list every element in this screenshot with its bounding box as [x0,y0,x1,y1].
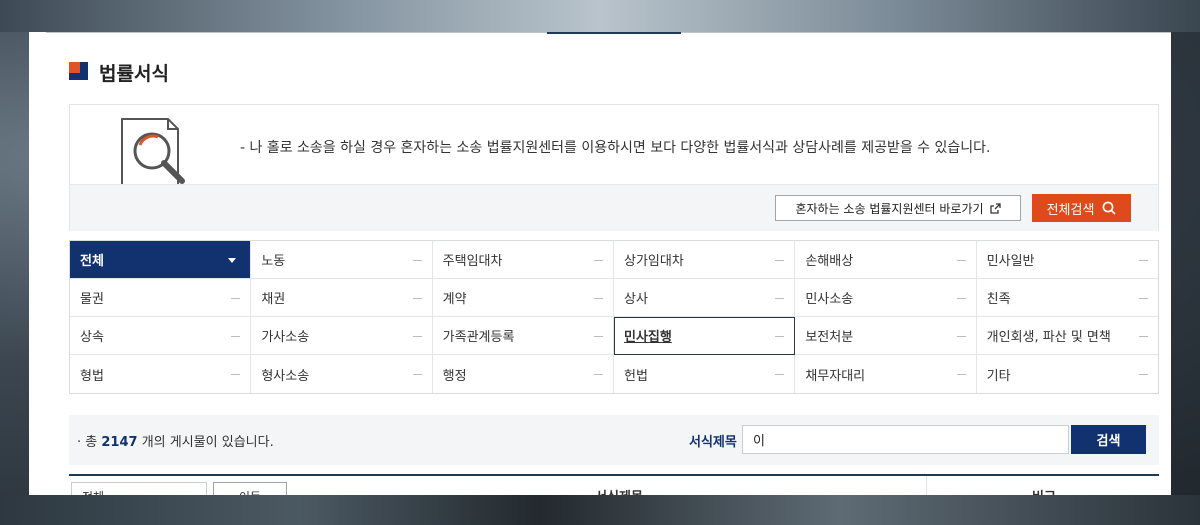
column-header-title: 서식제목 [519,486,719,495]
link-button-label: 혼자하는 소송 법률지원센터 바로가기 [795,201,984,216]
category-select[interactable]: 전체 [71,482,207,495]
category-민사일반[interactable]: 민사일반 [976,241,1158,279]
post-count-text: · 총 2147 개의 게시물이 있습니다. [77,435,274,450]
category-상가임대차[interactable]: 상가임대차 [613,241,796,279]
category-행정[interactable]: 행정 [433,355,614,393]
dash-icon [775,335,785,337]
title-search-input[interactable] [742,425,1069,454]
category-기타[interactable]: 기타 [977,355,1158,393]
category-가사소송[interactable]: 가사소송 [251,317,433,355]
category-전체[interactable]: 전체 [70,241,252,279]
dash-icon [1138,297,1148,299]
column-header-note: 비고 [1004,486,1084,495]
category-민사집행[interactable]: 민사집행 [613,317,796,355]
dash-icon [1138,335,1148,337]
category-상사[interactable]: 상사 [613,279,796,317]
category-개인회생[interactable]: 개인회생, 파산 및 면책 [976,317,1158,355]
dash-icon [593,335,603,337]
category-민사소송[interactable]: 민사소송 [795,279,977,317]
category-형법[interactable]: 형법 [70,355,252,393]
column-divider [926,476,927,495]
category-보전처분[interactable]: 보전처분 [795,317,977,355]
category-노동[interactable]: 노동 [251,241,433,279]
category-가족관계등록[interactable]: 가족관계등록 [432,317,614,355]
search-all-label: 전체검색 [1046,202,1095,218]
dash-icon [231,335,241,337]
category-grid: 전체 노동 주택임대차 상가임대차 손해배상 민사일반 물권 채권 계약 상사 … [69,240,1159,394]
post-count: 2147 [101,435,138,450]
dash-icon [593,259,603,261]
title-logo-icon [69,62,89,82]
dash-icon [775,297,785,299]
chevron-down-icon [228,257,237,263]
category-손해배상[interactable]: 손해배상 [795,241,977,279]
content-panel: 법률서식 - 나 홀로 소송을 하실 경우 혼자하는 소송 법률지원센터를 이용… [29,32,1171,495]
external-link-icon [989,202,1001,214]
category-채무자대리[interactable]: 채무자대리 [795,355,977,393]
dash-icon [1138,374,1148,375]
info-text: - 나 홀로 소송을 하실 경우 혼자하는 소송 법률지원센터를 이용하시면 보… [240,140,991,156]
search-button[interactable]: 검색 [1071,425,1146,454]
category-주택임대차[interactable]: 주택임대차 [432,241,614,279]
search-all-button[interactable]: 전체검색 [1032,194,1131,222]
dash-icon [412,259,422,261]
page-title: 법률서식 [99,63,169,85]
background-top-strip [0,0,1200,32]
document-magnifier-icon [121,118,185,187]
category-헌법[interactable]: 헌법 [614,355,796,393]
move-button[interactable]: 이동 [213,482,287,495]
active-tab-indicator [547,32,681,34]
dash-icon [775,259,785,261]
dash-icon [412,297,422,299]
category-상속[interactable]: 상속 [70,317,252,355]
dash-icon [775,374,785,375]
dash-icon [593,374,603,375]
dash-icon [231,374,241,375]
dash-icon [956,297,966,299]
dash-icon [412,374,422,375]
dash-icon [1138,259,1148,261]
category-친족[interactable]: 친족 [976,279,1158,317]
dash-icon [956,374,966,375]
category-채권[interactable]: 채권 [251,279,433,317]
category-물권[interactable]: 물권 [70,279,252,317]
title-field-label: 서식제목 [689,435,737,450]
dash-icon [956,259,966,261]
category-계약[interactable]: 계약 [432,279,614,317]
dash-icon [412,335,422,337]
category-형사소송[interactable]: 형사소송 [251,355,433,393]
legal-support-center-link-button[interactable]: 혼자하는 소송 법률지원센터 바로가기 [775,195,1021,221]
dash-icon [231,297,241,299]
info-actions: 혼자하는 소송 법률지원센터 바로가기 전체검색 [70,184,1158,231]
table-header: 전체 이동 서식제목 비고 [69,474,1159,495]
dash-icon [956,335,966,337]
search-summary-bar: · 총 2147 개의 게시물이 있습니다. 서식제목 검색 [69,415,1159,465]
info-box: - 나 홀로 소송을 하실 경우 혼자하는 소송 법률지원센터를 이용하시면 보… [69,104,1159,231]
background-bottom-strip [0,495,1200,525]
dash-icon [593,297,603,299]
search-icon [1103,201,1116,215]
